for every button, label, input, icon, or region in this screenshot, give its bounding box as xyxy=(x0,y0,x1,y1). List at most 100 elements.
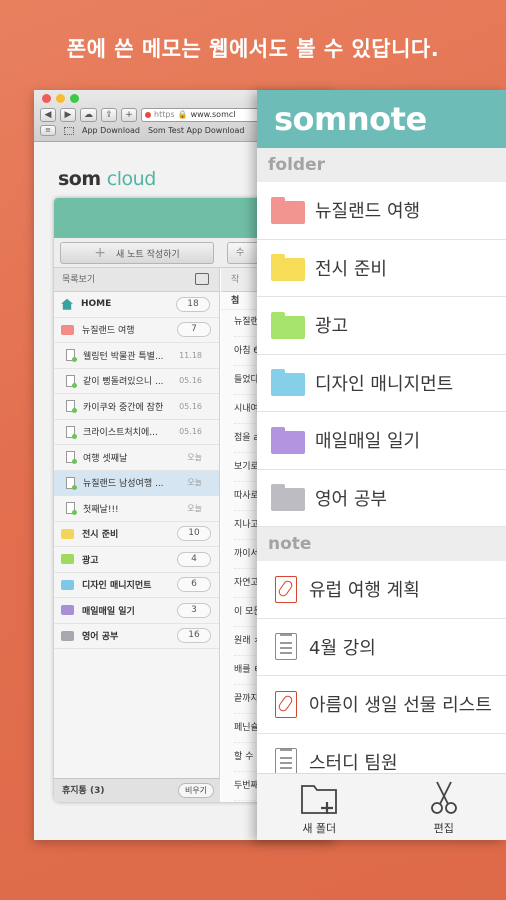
count-badge: 7 xyxy=(177,322,211,338)
new-folder-button[interactable]: 새 폴더 xyxy=(257,774,382,840)
note-title: 여행 셋째날 xyxy=(83,453,128,464)
somcloud-logo: som cloud xyxy=(58,168,156,190)
sidebar-item-label: HOME xyxy=(81,299,112,310)
sidebar-folder[interactable]: 매일매일 일기 3 xyxy=(54,598,219,624)
note-icon xyxy=(66,400,77,414)
empty-trash-button[interactable]: 비우기 xyxy=(178,783,214,798)
note-title: 같이 뻥돌려있으니 ... xyxy=(83,377,164,388)
note-icon xyxy=(66,425,77,439)
note-icon xyxy=(66,374,77,388)
note-icon xyxy=(66,349,77,363)
sidebar-note[interactable]: 크라이스트처치에... 05.16 xyxy=(54,420,219,445)
sidebar-note[interactable]: 여행 셋째날 오늘 xyxy=(54,445,219,471)
share-icon[interactable]: ⇪ xyxy=(101,108,117,122)
sidebar-note-selected[interactable]: 뉴질랜드 남성여행 ... 오늘 xyxy=(54,470,219,496)
folder-icon xyxy=(61,605,74,616)
url-scheme: https xyxy=(154,110,175,119)
note-date: 05.16 xyxy=(179,376,202,386)
sidebar-note[interactable]: 웰링턴 박물관 특별... 11.18 xyxy=(54,343,219,369)
note-row[interactable]: 유럽 여행 계획 xyxy=(257,561,506,619)
app-header: somnote xyxy=(257,90,506,148)
folder-row[interactable]: 매일매일 일기 xyxy=(257,412,506,470)
folder-icon xyxy=(61,528,74,539)
back-button[interactable]: ◀ xyxy=(40,108,56,122)
folder-icon xyxy=(271,484,305,512)
sidebar-note[interactable]: 첫째날!!! 오늘 xyxy=(54,496,219,522)
folder-icon xyxy=(271,369,305,397)
logo-cloud-text: cloud xyxy=(106,168,156,190)
folder-icon xyxy=(271,311,305,339)
new-tab-button[interactable]: + xyxy=(121,108,137,122)
lined-note-icon xyxy=(275,633,297,661)
folder-row[interactable]: 영어 공부 xyxy=(257,470,506,527)
folder-row[interactable]: 뉴질랜드 여행 xyxy=(257,182,506,240)
note-row[interactable]: 4월 강의 xyxy=(257,619,506,676)
sidebar-folder[interactable]: 광고 4 xyxy=(54,547,219,573)
note-label: 스터디 팀원 xyxy=(309,752,398,774)
url-text: www.somcl xyxy=(190,110,236,119)
trash-bar[interactable]: 휴지통 (3) 비우기 xyxy=(54,778,220,802)
zoom-window-button[interactable] xyxy=(70,94,79,103)
sidebar-item-label: 영어 공부 xyxy=(82,632,119,643)
sidebar-folder[interactable]: 뉴질랜드 여행 7 xyxy=(54,318,219,343)
bottom-toolbar: 새 폴더 편집 xyxy=(257,773,506,840)
folder-label: 뉴질랜드 여행 xyxy=(315,201,421,223)
folder-row[interactable]: 전시 준비 xyxy=(257,240,506,297)
note-title: 크라이스트처치에... xyxy=(83,428,158,439)
bookmark-app-download[interactable]: App Download xyxy=(82,126,140,135)
note-date: 오늘 xyxy=(187,452,202,462)
folder-icon xyxy=(61,579,74,590)
folder-label: 전시 준비 xyxy=(315,258,387,280)
count-badge: 10 xyxy=(177,526,211,542)
sidebar-folder[interactable]: 디자인 매니지먼트 6 xyxy=(54,573,219,598)
promo-headline: 폰에 쓴 메모는 웹에서도 볼 수 있답니다. xyxy=(66,37,440,61)
sidebar-item-home[interactable]: HOME 18 xyxy=(54,292,219,318)
bookmark-som-test[interactable]: Som Test App Download xyxy=(148,126,245,135)
new-folder-label: 새 폴더 xyxy=(302,822,337,835)
folder-icon xyxy=(61,630,74,641)
edit-label: 편집 xyxy=(433,822,454,835)
web-sidebar: 목록보기 HOME 18 뉴질랜드 여행 7 웰링턴 박물관 특별... 11.… xyxy=(54,268,220,802)
sidebar-title: 목록보기 xyxy=(62,275,96,285)
folder-icon xyxy=(271,426,305,454)
new-folder-icon[interactable] xyxy=(195,273,209,285)
sidebar-note[interactable]: 같이 뻥돌려있으니 ... 05.16 xyxy=(54,369,219,394)
new-note-label: 새 노트 작성하기 xyxy=(116,249,180,260)
close-window-button[interactable] xyxy=(42,94,51,103)
note-title: 웰링턴 박물관 특별... xyxy=(83,351,164,362)
cloud-icon[interactable]: ☁ xyxy=(80,108,97,122)
window-controls xyxy=(42,94,79,103)
reading-list-icon[interactable]: ≡ xyxy=(40,125,56,136)
folder-label: 디자인 매니지먼트 xyxy=(315,373,454,395)
folder-icon xyxy=(61,324,74,335)
paperclip-note-icon xyxy=(275,690,297,718)
sidebar-folder[interactable]: 전시 준비 10 xyxy=(54,522,219,547)
sidebar-item-label: 전시 준비 xyxy=(82,530,119,541)
edit-button[interactable]: 편집 xyxy=(382,774,506,840)
trash-label: 휴지통 (3) xyxy=(62,786,105,796)
new-note-button[interactable]: + 새 노트 작성하기 xyxy=(60,242,214,264)
sidebar-item-label: 디자인 매니지먼트 xyxy=(82,581,152,592)
lock-icon: 🔒 xyxy=(177,110,188,119)
minimize-window-button[interactable] xyxy=(56,94,65,103)
top-sites-icon[interactable] xyxy=(64,126,74,135)
note-label: 유럽 여행 계획 xyxy=(309,580,420,602)
note-date: 05.16 xyxy=(179,427,202,437)
note-date: 오늘 xyxy=(187,503,202,513)
folder-row[interactable]: 광고 xyxy=(257,297,506,355)
sidebar-folder[interactable]: 영어 공부 16 xyxy=(54,624,219,649)
lined-note-icon xyxy=(275,748,297,776)
sidebar-note[interactable]: 카이쿠와 중간에 잠한 05.16 xyxy=(54,394,219,420)
new-folder-icon xyxy=(301,785,338,814)
note-title: 카이쿠와 중간에 잠한 xyxy=(83,402,164,413)
forward-button[interactable]: ▶ xyxy=(60,108,76,122)
folder-row[interactable]: 디자인 매니지먼트 xyxy=(257,355,506,412)
folder-label: 영어 공부 xyxy=(315,488,387,510)
folder-icon xyxy=(271,196,305,224)
count-badge: 4 xyxy=(177,551,211,567)
note-title: 뉴질랜드 남성여행 ... xyxy=(83,479,164,490)
paperclip-note-icon xyxy=(275,575,297,603)
folder-icon xyxy=(271,254,305,282)
note-row[interactable]: 아름이 생일 선물 리스트 xyxy=(257,676,506,734)
sidebar-item-label: 매일매일 일기 xyxy=(82,606,135,617)
